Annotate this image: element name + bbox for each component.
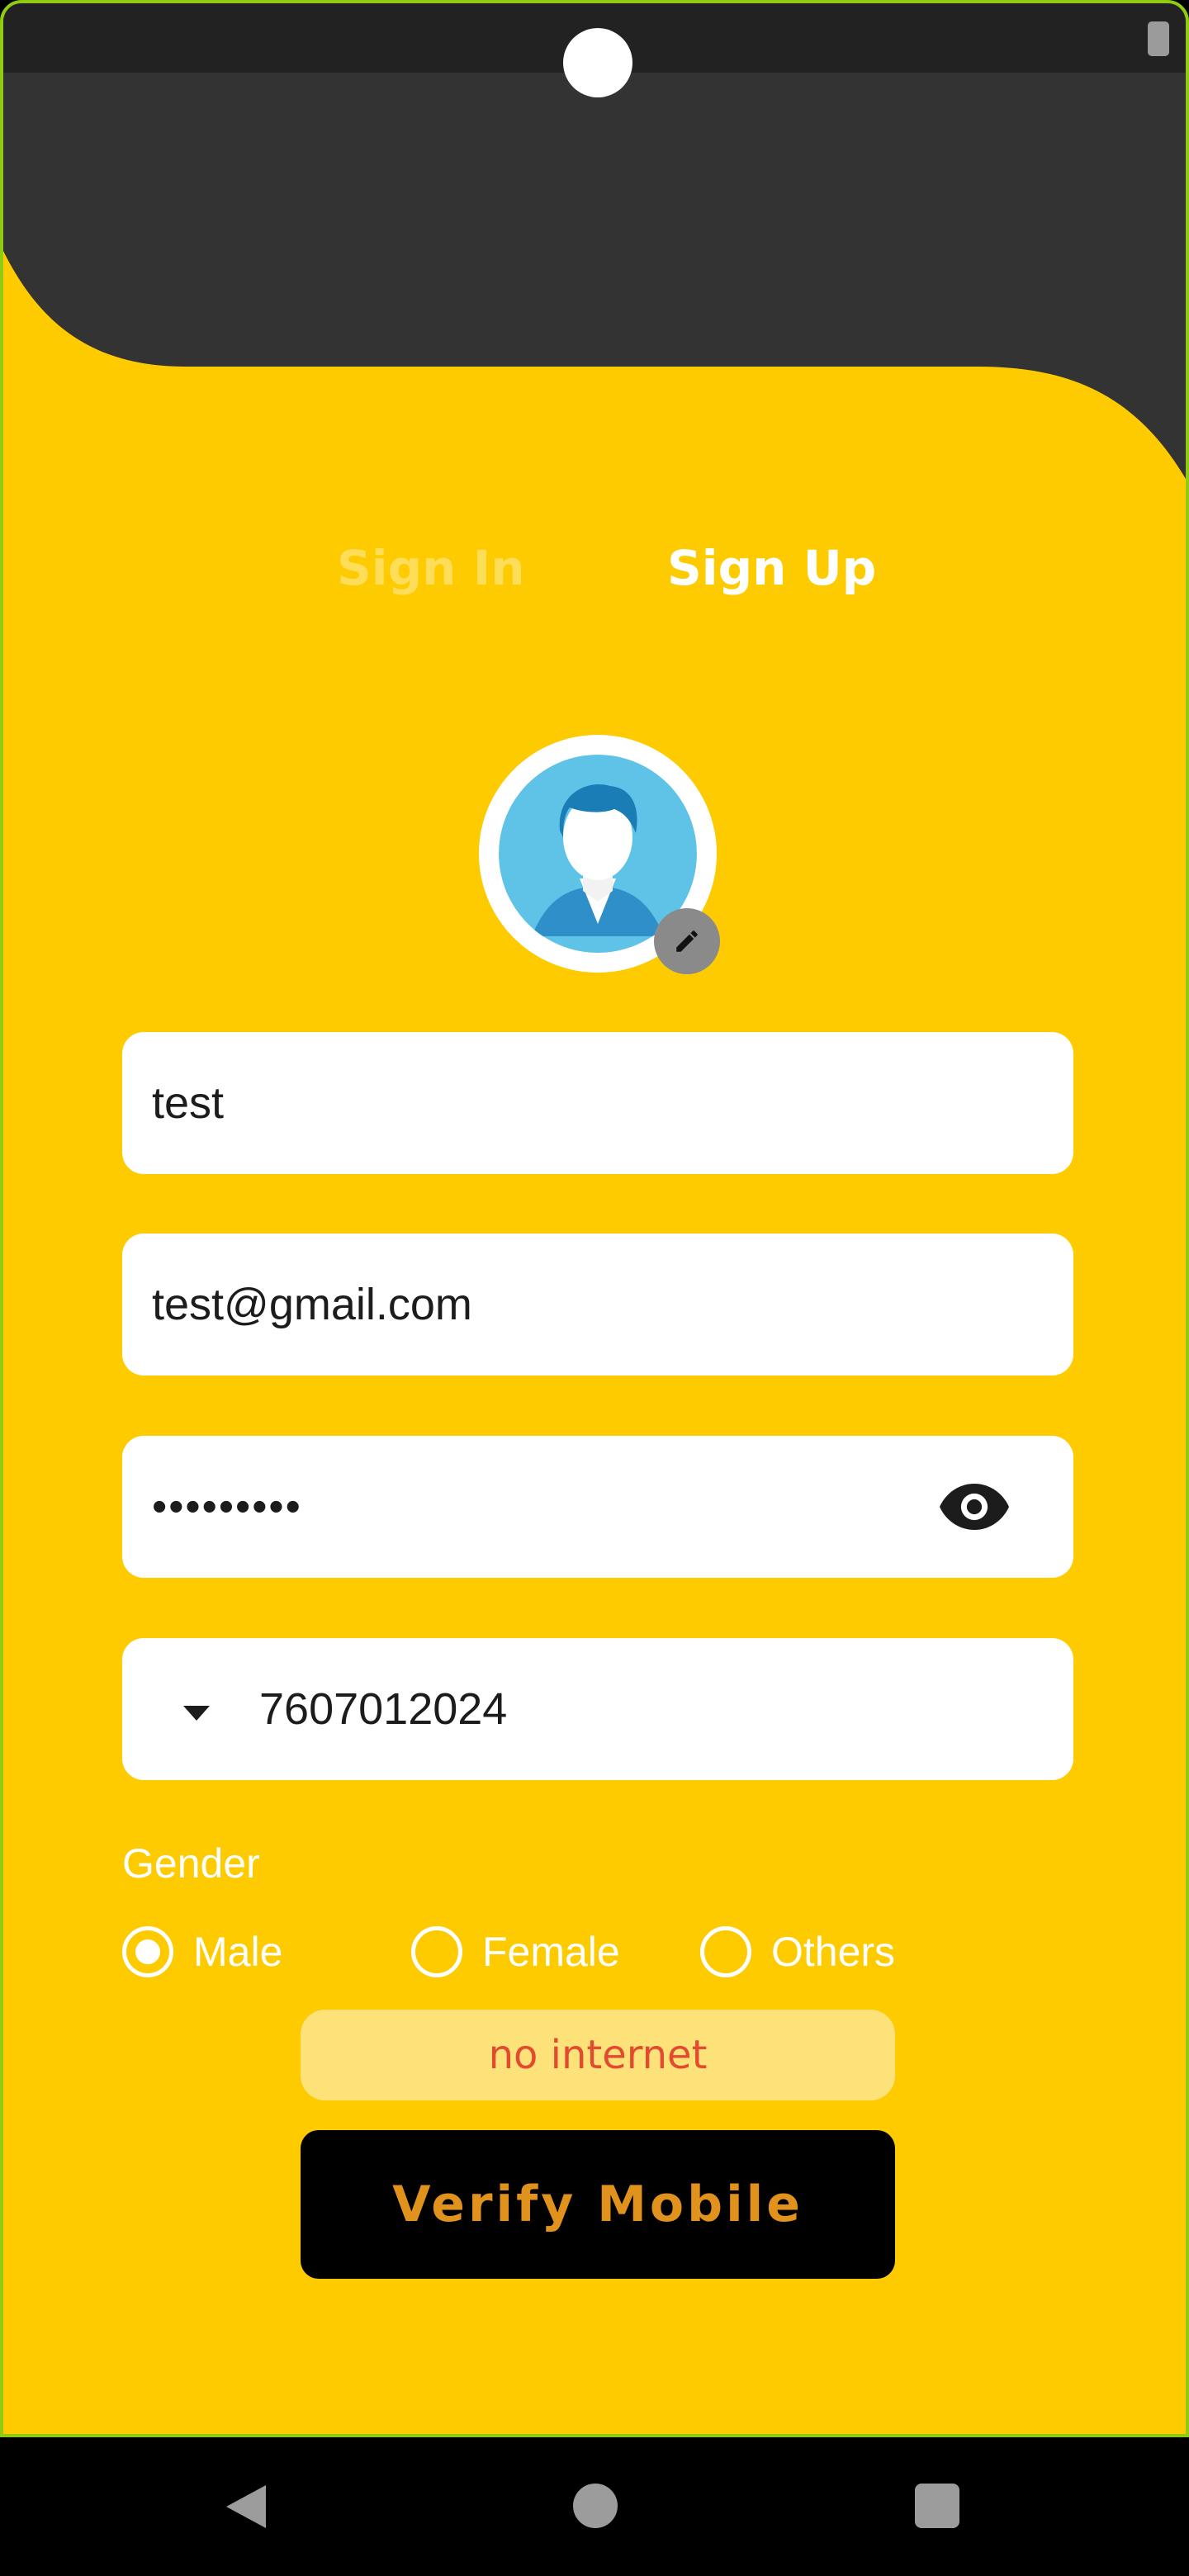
radio-circle[interactable] [700, 1926, 751, 1977]
email-field[interactable]: test@gmail.com [122, 1234, 1073, 1376]
phone-field[interactable]: 7607012024 [122, 1638, 1073, 1780]
home-icon[interactable] [573, 2484, 618, 2528]
email-input-value: test@gmail.com [152, 1280, 472, 1329]
app-screen: Sign In Sign Up test test@gmail.com ••••… [0, 0, 1189, 2437]
radio-label: Female [482, 1929, 620, 1975]
pencil-icon [676, 930, 698, 952]
edit-avatar-button[interactable] [654, 908, 720, 974]
no-internet-toast: no internet [301, 2010, 895, 2100]
dropdown-arrow-icon[interactable] [180, 1696, 213, 1729]
tab-sign-in[interactable]: Sign In [337, 540, 525, 596]
profile-avatar[interactable] [479, 735, 720, 974]
tab-sign-up[interactable]: Sign Up [667, 540, 876, 596]
eye-icon[interactable] [940, 1482, 1009, 1532]
verify-mobile-button[interactable]: Verify Mobile [301, 2130, 895, 2279]
back-icon[interactable] [223, 2484, 269, 2530]
recents-icon[interactable] [915, 2484, 959, 2528]
gender-label: Gender [122, 1840, 260, 1887]
gender-radio-others[interactable]: Others [700, 1920, 895, 1983]
camera-cutout [563, 28, 632, 97]
name-field[interactable]: test [122, 1032, 1073, 1174]
gender-radio-female[interactable]: Female [411, 1920, 620, 1983]
password-input-value: ••••••••• [152, 1483, 302, 1531]
radio-label: Others [771, 1929, 896, 1975]
name-input-value: test [152, 1078, 225, 1128]
password-field[interactable]: ••••••••• [122, 1436, 1073, 1578]
gender-radio-male[interactable]: Male [122, 1920, 282, 1983]
radio-circle-selected[interactable] [122, 1926, 173, 1977]
radio-label: Male [193, 1929, 283, 1975]
battery-icon [1148, 21, 1169, 56]
auth-tabs: Sign In Sign Up [3, 540, 1186, 623]
phone-input-value: 7607012024 [259, 1684, 508, 1734]
radio-circle[interactable] [411, 1926, 462, 1977]
